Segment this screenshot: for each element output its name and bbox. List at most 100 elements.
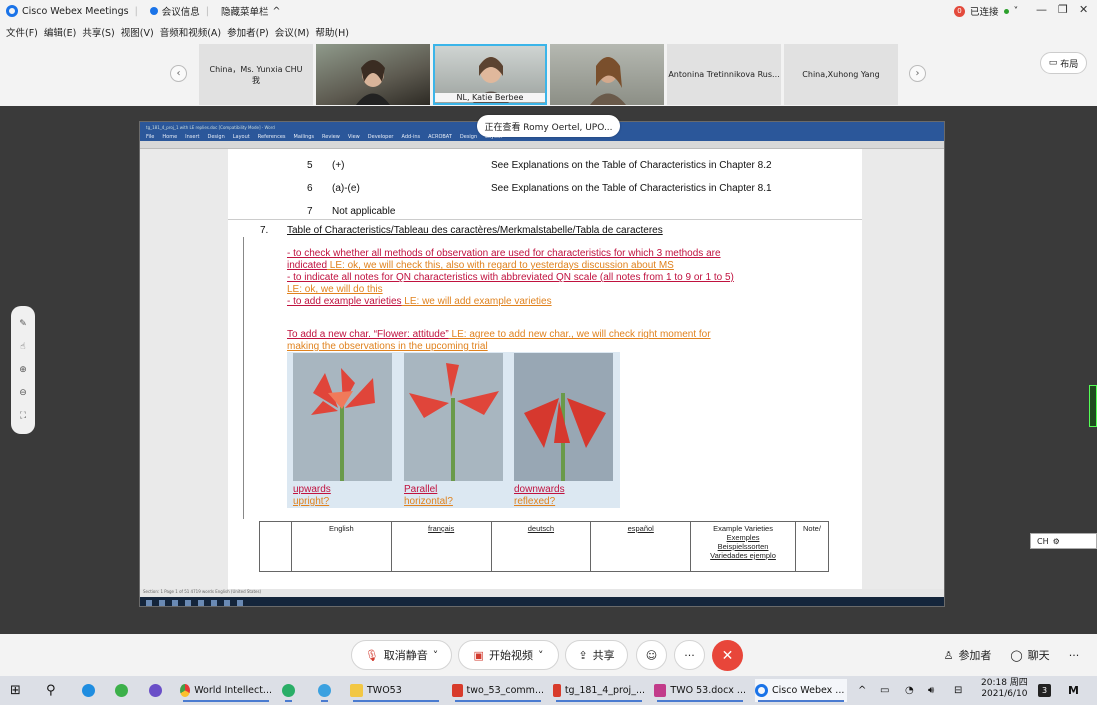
show-hidden-icons[interactable]: ^: [858, 679, 866, 702]
chevron-down-icon: ˅: [1013, 5, 1019, 17]
connected-dot-icon: [1003, 8, 1009, 14]
start-video-button[interactable]: ▣ 开始视频 ˅: [458, 640, 559, 670]
taskbar-app-wechat[interactable]: [282, 679, 295, 702]
start-button[interactable]: ⊞: [10, 679, 21, 702]
flower-photo-downwards: [514, 353, 613, 481]
menu-help[interactable]: 帮助(H): [315, 25, 349, 39]
participants-icon: ♙: [943, 648, 954, 662]
more-options-button[interactable]: ···: [674, 640, 705, 670]
app-purple-icon: [149, 684, 162, 697]
maximize-icon[interactable]: ❐: [1058, 3, 1068, 16]
battery-icon[interactable]: ▭: [880, 679, 889, 702]
zoom-in-icon[interactable]: ⊕: [19, 365, 27, 375]
annotate-icon[interactable]: ✎: [19, 319, 27, 329]
menu-edit[interactable]: 编辑(E): [44, 25, 76, 39]
ie-icon: [318, 684, 331, 697]
participant-video-active[interactable]: NL, Katie Berbee: [433, 44, 547, 105]
more-icon: ···: [1068, 648, 1080, 662]
pdf-icon: [553, 684, 561, 697]
info-icon: [149, 7, 158, 15]
unmute-button[interactable]: 🎙 取消静音 ˅: [351, 640, 452, 670]
ime-settings-icon: ⚙: [1052, 536, 1060, 546]
ime-indicator[interactable]: CH ⚙: [1030, 533, 1097, 549]
mic-muted-icon: 🎙: [364, 648, 379, 662]
participant-tile[interactable]: China,Xuhong Yang: [784, 44, 898, 105]
title-bar: Cisco Webex Meetings | 会议信息 | 隐藏菜单栏 ^ 0 …: [0, 0, 1097, 22]
scroll-left-icon[interactable]: ‹: [170, 65, 187, 82]
audio-level-meter: [1089, 385, 1097, 427]
close-icon: ✕: [721, 647, 734, 664]
hide-menu-button[interactable]: 隐藏菜单栏 ^: [221, 4, 280, 19]
menu-meeting[interactable]: 会议(M): [275, 25, 310, 39]
close-icon[interactable]: ✕: [1079, 3, 1088, 16]
menu-file[interactable]: 文件(F): [6, 25, 38, 39]
participant-tile[interactable]: China，Ms. Yunxia CHU 我: [199, 44, 313, 105]
menu-audio-video[interactable]: 音频和视频(A): [160, 25, 221, 39]
app-green-icon: [115, 684, 128, 697]
search-icon: ⚲: [46, 683, 56, 698]
menu-participants[interactable]: 参加者(P): [227, 25, 269, 39]
share-view-controls: ✎ ☝ ⊕ ⊖ ⛶: [11, 306, 35, 434]
volume-icon[interactable]: 🔊︎: [928, 679, 934, 702]
taskbar-app-pdf[interactable]: two_53_comm...: [452, 679, 544, 702]
more-panels-button[interactable]: ···: [1060, 640, 1088, 670]
viewing-indicator: 正在查看 Romy Oertel, UPO...: [477, 115, 620, 137]
participants-button[interactable]: ♙ 参加者: [936, 640, 999, 670]
layout-button[interactable]: ▭ 布局: [1040, 52, 1087, 74]
notifications-button[interactable]: 3: [1038, 679, 1051, 702]
end-meeting-button[interactable]: ✕: [712, 640, 743, 671]
scroll-right-icon[interactable]: ›: [909, 65, 926, 82]
remote-taskbar: [140, 597, 944, 606]
taskbar-pinned-app[interactable]: [115, 679, 128, 702]
participant-tile[interactable]: Antonina Tretinnikova Rus...: [667, 44, 781, 105]
minimize-icon[interactable]: —: [1036, 3, 1047, 16]
zoom-out-icon[interactable]: ⊖: [19, 388, 27, 398]
folder-icon: [350, 684, 363, 697]
pointer-icon[interactable]: ☝: [20, 342, 25, 352]
connection-status[interactable]: 0 已连接 ˅: [954, 4, 1018, 18]
taskbar-app-ie[interactable]: [318, 679, 331, 702]
fit-screen-icon[interactable]: ⛶: [20, 411, 26, 421]
more-icon: ···: [684, 648, 695, 662]
notification-count-badge: 3: [1038, 684, 1051, 697]
wechat-icon: [282, 684, 295, 697]
menu-view[interactable]: 视图(V): [121, 25, 154, 39]
taskbar-app-doc[interactable]: TWO 53.docx ...: [654, 679, 746, 702]
ime-mode-icon[interactable]: ⊟: [954, 679, 962, 702]
flower-parallel-icon: [409, 363, 499, 481]
taskbar-pinned-app[interactable]: [149, 679, 162, 702]
webex-icon: [755, 684, 768, 697]
participant-video[interactable]: [550, 44, 664, 105]
flower-photo-parallel: [404, 353, 503, 481]
reactions-button[interactable]: ☺: [636, 640, 667, 670]
wifi-icon[interactable]: ◔: [905, 679, 914, 702]
person-video-icon: [590, 57, 626, 105]
system-clock[interactable]: 20:18 周四 2021/6/10: [981, 678, 1028, 700]
taskbar-app-webex[interactable]: Cisco Webex ...: [755, 679, 847, 702]
menu-share[interactable]: 共享(S): [82, 25, 114, 39]
taskbar-app-pdf[interactable]: tg_181_4_proj_...: [553, 679, 645, 702]
taskbar-app-folder[interactable]: TWO53: [350, 679, 442, 702]
share-button[interactable]: ⇪ 共享: [565, 640, 628, 670]
share-icon: ⇪: [578, 648, 588, 662]
menu-bar: 文件(F) 编辑(E) 共享(S) 视图(V) 音频和视频(A) 参加者(P) …: [0, 22, 1097, 42]
participant-strip: ‹ China，Ms. Yunxia CHU 我 NL, Katie Berbe…: [0, 42, 1097, 106]
chevron-down-icon: ˅: [537, 648, 544, 662]
person-video-icon: [356, 60, 390, 105]
video-off-icon: ▣: [473, 648, 484, 662]
chevron-up-icon: ^: [858, 685, 867, 696]
app-tray-icon[interactable]: M: [1068, 679, 1079, 702]
app-title: Cisco Webex Meetings: [6, 5, 129, 17]
meeting-info-button[interactable]: 会议信息: [149, 4, 200, 18]
meeting-controls: 🎙 取消静音 ˅ ▣ 开始视频 ˅ ⇪ 共享 ☺ ··· ✕ ♙ 参加者 ◯ 聊…: [0, 634, 1097, 676]
smiley-icon: ☺: [645, 648, 658, 662]
taskbar-pinned-app[interactable]: [82, 679, 95, 702]
search-button[interactable]: ⚲: [46, 679, 56, 702]
chat-button[interactable]: ◯ 聊天: [1006, 640, 1054, 670]
shared-screen[interactable]: tg_181_4_proj_1 with LE replies.doc [Com…: [139, 121, 945, 607]
notification-badge: 0: [954, 5, 965, 17]
table-divider: [228, 219, 862, 220]
chevron-down-icon: ˅: [432, 648, 439, 662]
participant-video[interactable]: [316, 44, 430, 105]
taskbar-app-chrome[interactable]: World Intellect...: [180, 679, 272, 702]
